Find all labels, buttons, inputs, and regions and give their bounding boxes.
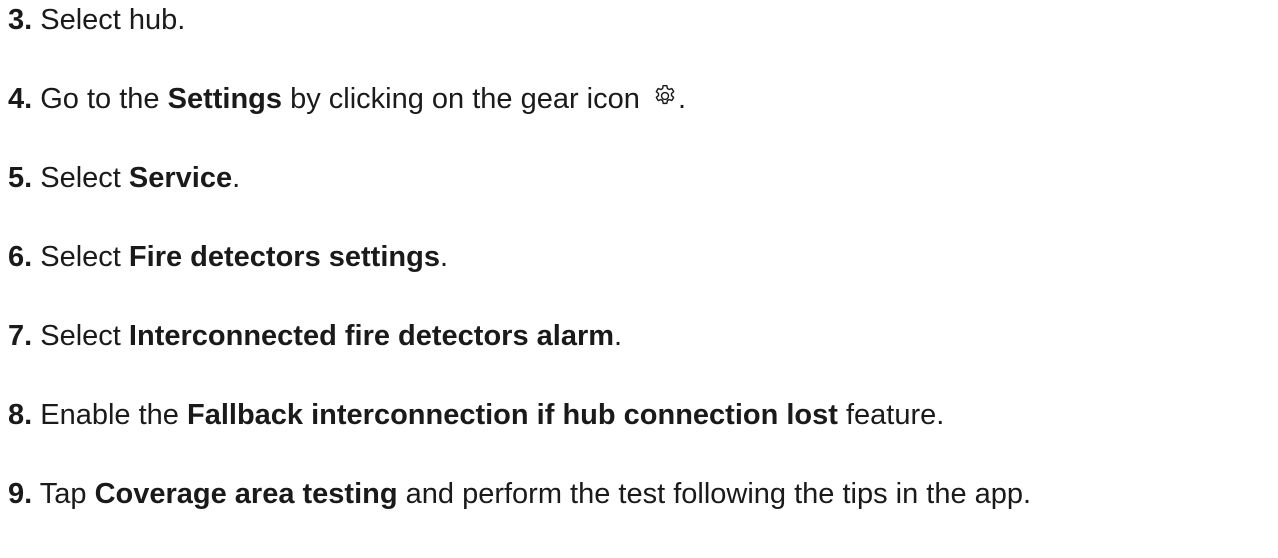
step-text: . (677, 83, 687, 115)
step-7: 7. Select Interconnected fire detectors … (8, 318, 622, 354)
step-text: . (614, 320, 623, 352)
step-number: 7. (8, 320, 33, 352)
step-5: 5. Select Service. (8, 160, 240, 196)
step-number: 8. (8, 399, 33, 431)
step-text: . (232, 162, 241, 194)
step-bold-fire-detectors-settings: Fire detectors settings (128, 241, 440, 273)
step-text: Select hub. (40, 4, 186, 36)
step-text: Select (40, 320, 129, 352)
step-bold-service: Service (128, 162, 233, 194)
step-text: by clicking on the gear icon (282, 83, 648, 115)
step-text: Go to the (40, 83, 168, 115)
step-number: 4. (8, 83, 33, 115)
step-number: 9. (8, 478, 33, 510)
step-4: 4. Go to the Settings by clicking on the… (8, 81, 686, 117)
step-text: Select (40, 241, 129, 273)
step-text: Select (40, 162, 129, 194)
step-bold-coverage-area-testing: Coverage area testing (94, 478, 398, 510)
step-text: feature. (837, 399, 945, 431)
step-8: 8. Enable the Fallback interconnection i… (8, 397, 944, 433)
step-6: 6. Select Fire detectors settings. (8, 239, 448, 275)
step-3: 3. Select hub. (8, 2, 185, 38)
step-bold-settings: Settings (167, 83, 283, 115)
step-text: and perform the test following the tips … (397, 478, 1032, 510)
gear-icon (652, 83, 678, 109)
step-9: 9. Tap Coverage area testing and perform… (8, 476, 1031, 512)
step-bold-fallback-interconnection: Fallback interconnection if hub connecti… (186, 399, 838, 431)
step-number: 3. (8, 4, 33, 36)
step-bold-interconnected-alarm: Interconnected fire detectors alarm (128, 320, 615, 352)
step-text: . (439, 241, 449, 273)
step-text: Enable the (40, 399, 187, 431)
step-text: Tap (39, 478, 95, 510)
step-number: 5. (8, 162, 33, 194)
step-number: 6. (8, 241, 33, 273)
